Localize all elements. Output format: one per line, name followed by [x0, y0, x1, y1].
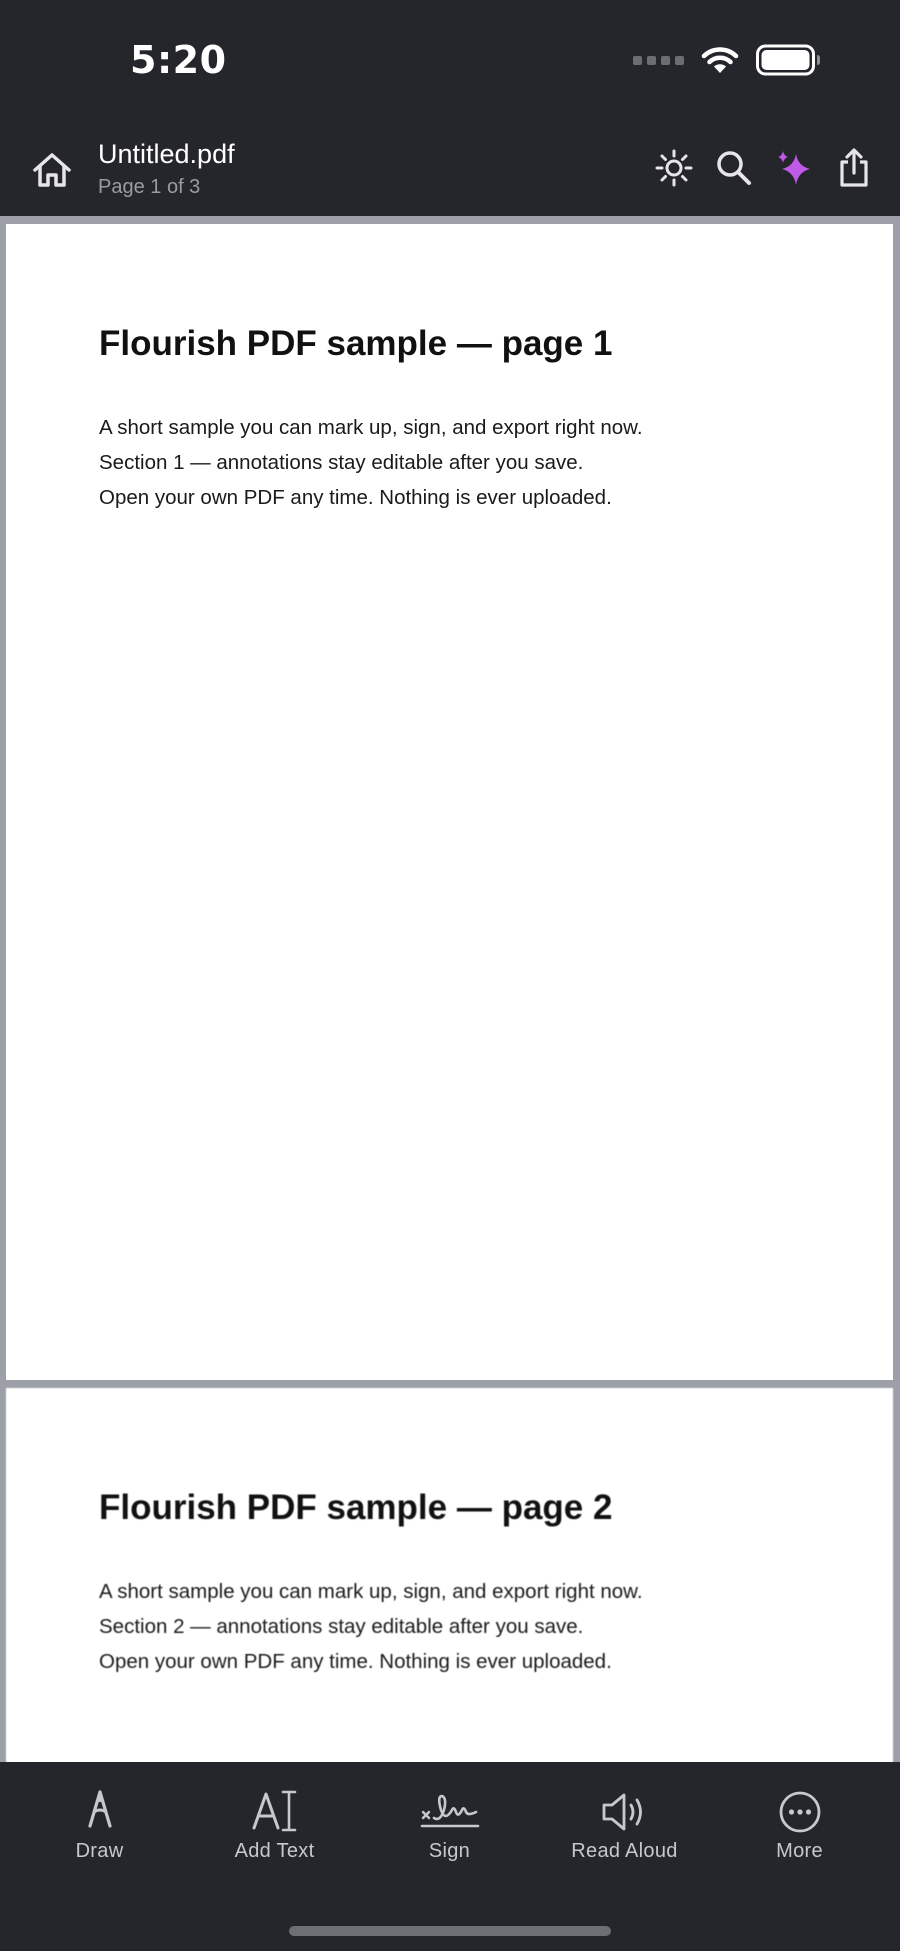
- more-label: More: [776, 1840, 823, 1862]
- search-icon: [717, 151, 751, 185]
- tool-icon-wrap: [778, 1784, 822, 1834]
- more-button[interactable]: More: [712, 1762, 887, 1882]
- document-title: Untitled.pdf: [98, 139, 235, 169]
- pdf-page-2[interactable]: Flourish PDF sample — page 2 A short sam…: [6, 1388, 893, 1762]
- draw-button[interactable]: Draw: [12, 1762, 187, 1882]
- speaker-icon: [602, 1793, 642, 1831]
- ai-assistant-button[interactable]: [772, 146, 816, 190]
- wifi-icon: [701, 47, 739, 73]
- brightness-button[interactable]: [652, 146, 696, 190]
- sign-label: Sign: [428, 1840, 471, 1862]
- read-aloud-button[interactable]: Read Aloud: [537, 1762, 712, 1882]
- app-actions: [652, 146, 876, 190]
- pdf-page-1[interactable]: Flourish PDF sample — page 1 A short sam…: [6, 224, 893, 1380]
- page-body: A short sample you can mark up, sign, an…: [99, 410, 643, 515]
- page-heading: Flourish PDF sample — page 2: [99, 1488, 613, 1527]
- add-text-label: Add Text: [234, 1840, 315, 1862]
- sun-icon: [655, 149, 693, 187]
- home-button[interactable]: [30, 148, 74, 192]
- share-icon: [840, 148, 868, 187]
- pen-nib-icon: [87, 1790, 112, 1828]
- tool-list: Draw Add Text Sign Read Aloud More: [0, 1762, 900, 1882]
- app-bar: Untitled.pdf Page 1 of 3: [0, 120, 900, 216]
- home-indicator[interactable]: [289, 1926, 611, 1936]
- battery-icon: [756, 44, 820, 76]
- status-icons: [633, 44, 822, 76]
- page-text-line: A short sample you can mark up, sign, an…: [99, 1580, 643, 1603]
- page-heading: Flourish PDF sample — page 1: [99, 324, 613, 363]
- read-aloud-label: Read Aloud: [571, 1840, 678, 1862]
- tool-icon-wrap: [251, 1784, 299, 1834]
- signature-icon: [420, 1794, 479, 1828]
- draw-label: Draw: [75, 1840, 124, 1862]
- page-text-line: Open your own PDF any time. Nothing is e…: [99, 486, 612, 509]
- status-time: 5:20: [130, 38, 227, 82]
- page-indicator: Page 1 of 3: [98, 176, 201, 198]
- tool-icon-wrap: [420, 1784, 480, 1834]
- home-icon: [33, 153, 71, 187]
- bottom-toolbar: Draw Add Text Sign Read Aloud More: [0, 1762, 900, 1951]
- tool-icon-wrap: [82, 1784, 118, 1834]
- search-button[interactable]: [712, 146, 756, 190]
- share-button[interactable]: [832, 146, 876, 190]
- page-text-line: Section 2 — annotations stay editable af…: [99, 1615, 584, 1638]
- page-text-line: Section 1 — annotations stay editable af…: [99, 451, 584, 474]
- page-text-line: A short sample you can mark up, sign, an…: [99, 416, 643, 439]
- more-icon: [779, 1791, 820, 1833]
- add-text-button[interactable]: Add Text: [187, 1762, 362, 1882]
- text-cursor-icon: [252, 1790, 296, 1832]
- sparkles-icon: [778, 151, 810, 185]
- tool-icon-wrap: [600, 1784, 650, 1834]
- sign-button[interactable]: Sign: [362, 1762, 537, 1882]
- document-viewer[interactable]: Flourish PDF sample — page 1 A short sam…: [0, 216, 900, 1762]
- page-body: A short sample you can mark up, sign, an…: [99, 1574, 643, 1679]
- cellular-signal-icon: [633, 55, 684, 65]
- page-text-line: Open your own PDF any time. Nothing is e…: [99, 1650, 612, 1673]
- status-bar: 5:20: [0, 0, 900, 120]
